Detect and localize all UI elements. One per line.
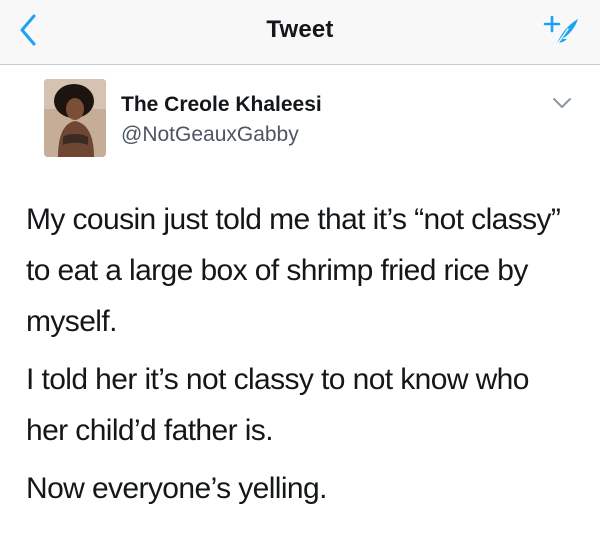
tweet-text: My cousin just told me that it’s “not cl… [26,194,576,514]
compose-tweet-button[interactable] [538,10,582,50]
navigation-bar: Tweet [0,0,600,65]
author-display-name[interactable]: The Creole Khaleesi [121,93,322,117]
tweet-paragraph: My cousin just told me that it’s “not cl… [26,203,561,338]
tweet-paragraph: Now everyone’s yelling. [26,472,327,505]
page-title: Tweet [266,16,334,43]
avatar[interactable] [44,79,106,157]
chevron-down-icon [553,98,571,108]
author-handle[interactable]: @NotGeauxGabby [121,123,299,147]
tweet-menu-button[interactable] [550,93,574,113]
tweet-paragraph: I told her it’s not classy to not know w… [26,363,529,447]
compose-feather-icon [543,15,578,47]
tweet-header: The Creole Khaleesi @NotGeauxGabby [0,65,600,165]
